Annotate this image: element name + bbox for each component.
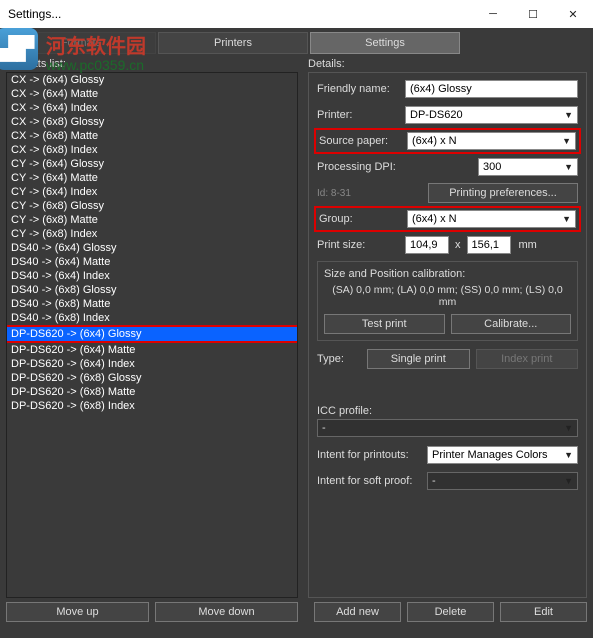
- group-combo[interactable]: (6x4) x N▼: [407, 210, 576, 228]
- list-item[interactable]: DP-DS620 -> (6x4) Index: [7, 357, 297, 371]
- tab-settings[interactable]: Settings: [310, 32, 460, 54]
- close-button[interactable]: ✕: [553, 0, 593, 28]
- tab-formats[interactable]: Formats: [6, 32, 156, 54]
- single-print-button[interactable]: Single print: [367, 349, 470, 369]
- id-label: Id: 8-31: [317, 188, 367, 199]
- list-item[interactable]: CY -> (6x4) Matte: [7, 171, 297, 185]
- list-item[interactable]: DP-DS620 -> (6x4) Glossy: [7, 327, 297, 341]
- list-item[interactable]: CY -> (6x8) Matte: [7, 213, 297, 227]
- list-item[interactable]: DS40 -> (6x4) Glossy: [7, 241, 297, 255]
- list-item[interactable]: DP-DS620 -> (6x4) Matte: [7, 343, 297, 357]
- chevron-down-icon: ▼: [564, 162, 573, 172]
- calibration-frame: Size and Position calibration: (SA) 0,0 …: [317, 261, 578, 341]
- list-item[interactable]: CX -> (6x8) Index: [7, 143, 297, 157]
- title-bar: Settings... ─ ☐ ✕: [0, 0, 593, 28]
- list-item[interactable]: CY -> (6x4) Index: [7, 185, 297, 199]
- maximize-button[interactable]: ☐: [513, 0, 553, 28]
- list-item[interactable]: DP-DS620 -> (6x8) Matte: [7, 385, 297, 399]
- intent-printouts-combo[interactable]: Printer Manages Colors▼: [427, 446, 578, 464]
- chevron-down-icon: ▼: [564, 476, 573, 486]
- minimize-button[interactable]: ─: [473, 0, 513, 28]
- details-panel: Friendly name: Printer: DP-DS620▼ Source…: [308, 72, 587, 598]
- print-height-input[interactable]: [467, 236, 511, 254]
- intent-softproof-label: Intent for soft proof:: [317, 475, 427, 487]
- source-paper-label: Source paper:: [319, 135, 407, 147]
- printing-preferences-button[interactable]: Printing preferences...: [428, 183, 578, 203]
- list-item[interactable]: CX -> (6x8) Glossy: [7, 115, 297, 129]
- formats-listbox[interactable]: CX -> (6x4) GlossyCX -> (6x4) MatteCX ->…: [6, 72, 298, 598]
- x-separator: x: [455, 239, 461, 251]
- footer: Move up Move down Add new Delete Edit: [0, 598, 593, 626]
- index-print-button[interactable]: Index print: [476, 349, 579, 369]
- list-item[interactable]: DS40 -> (6x4) Index: [7, 269, 297, 283]
- friendly-name-label: Friendly name:: [317, 83, 405, 95]
- list-item[interactable]: DP-DS620 -> (6x8) Glossy: [7, 371, 297, 385]
- tab-printers[interactable]: Printers: [158, 32, 308, 54]
- move-up-button[interactable]: Move up: [6, 602, 149, 622]
- list-item[interactable]: CX -> (6x4) Glossy: [7, 73, 297, 87]
- test-print-button[interactable]: Test print: [324, 314, 445, 334]
- tab-bar: Formats Printers Settings: [6, 32, 593, 54]
- list-item[interactable]: DS40 -> (6x8) Matte: [7, 297, 297, 311]
- list-item[interactable]: DS40 -> (6x4) Matte: [7, 255, 297, 269]
- source-paper-combo[interactable]: (6x4) x N▼: [407, 132, 576, 150]
- chevron-down-icon: ▼: [562, 214, 571, 224]
- calibration-title: Size and Position calibration:: [324, 268, 571, 280]
- size-unit: mm: [519, 239, 537, 251]
- delete-button[interactable]: Delete: [407, 602, 494, 622]
- calibration-values: (SA) 0,0 mm; (LA) 0,0 mm; (SS) 0,0 mm; (…: [324, 284, 571, 308]
- chevron-down-icon: ▼: [564, 423, 573, 433]
- window-title: Settings...: [8, 7, 473, 21]
- list-item[interactable]: CX -> (6x4) Matte: [7, 87, 297, 101]
- list-item[interactable]: CX -> (6x4) Index: [7, 101, 297, 115]
- list-item[interactable]: DS40 -> (6x8) Index: [7, 311, 297, 325]
- print-size-label: Print size:: [317, 239, 405, 251]
- dpi-label: Processing DPI:: [317, 161, 405, 173]
- details-label: Details:: [308, 58, 587, 70]
- chevron-down-icon: ▼: [564, 110, 573, 120]
- list-item[interactable]: CY -> (6x4) Glossy: [7, 157, 297, 171]
- formats-list-label: Formats list:: [6, 58, 298, 70]
- intent-printouts-label: Intent for printouts:: [317, 449, 427, 461]
- list-item[interactable]: DP-DS620 -> (6x8) Index: [7, 399, 297, 413]
- list-item[interactable]: CX -> (6x8) Matte: [7, 129, 297, 143]
- chevron-down-icon: ▼: [562, 136, 571, 146]
- printer-label: Printer:: [317, 109, 405, 121]
- print-width-input[interactable]: [405, 236, 449, 254]
- list-item[interactable]: DS40 -> (6x8) Glossy: [7, 283, 297, 297]
- dpi-combo[interactable]: 300▼: [478, 158, 578, 176]
- icc-profile-label: ICC profile:: [317, 405, 578, 417]
- printer-combo[interactable]: DP-DS620▼: [405, 106, 578, 124]
- list-item[interactable]: CY -> (6x8) Glossy: [7, 199, 297, 213]
- edit-button[interactable]: Edit: [500, 602, 587, 622]
- list-item[interactable]: CY -> (6x8) Index: [7, 227, 297, 241]
- type-label: Type:: [317, 353, 367, 365]
- add-new-button[interactable]: Add new: [314, 602, 401, 622]
- icc-profile-combo[interactable]: -▼: [317, 419, 578, 437]
- chevron-down-icon: ▼: [564, 450, 573, 460]
- intent-softproof-combo[interactable]: -▼: [427, 472, 578, 490]
- move-down-button[interactable]: Move down: [155, 602, 298, 622]
- group-label: Group:: [319, 213, 407, 225]
- friendly-name-input[interactable]: [405, 80, 578, 98]
- calibrate-button[interactable]: Calibrate...: [451, 314, 572, 334]
